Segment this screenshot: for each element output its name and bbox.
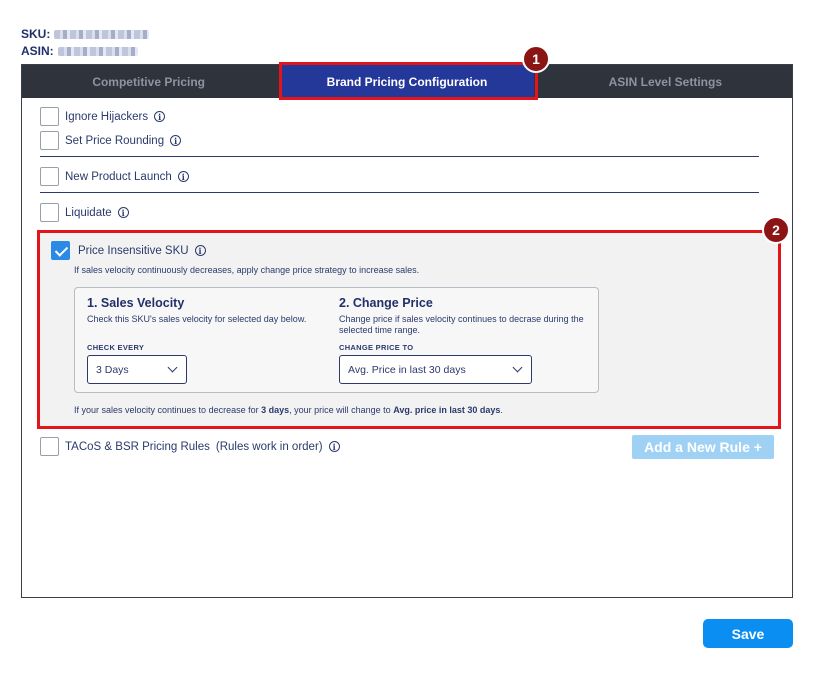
tab-competitive-pricing[interactable]: Competitive Pricing <box>22 65 275 98</box>
check-every-dropdown[interactable]: 3 Days <box>87 355 187 384</box>
option-liquidate: Liquidate i <box>40 203 129 222</box>
change-price-title: 2. Change Price <box>339 296 433 310</box>
strategy-card: 1. Sales Velocity Check this SKU's sales… <box>74 287 599 393</box>
tab-asin-level-settings[interactable]: ASIN Level Settings <box>539 65 792 98</box>
option-tacos-bsr: TACoS & BSR Pricing Rules (Rules work in… <box>40 437 340 456</box>
sku-label: SKU: <box>21 27 51 41</box>
set-price-rounding-label: Set Price Rounding <box>65 134 165 147</box>
option-set-price-rounding: Set Price Rounding i <box>40 131 182 150</box>
price-insensitive-subtitle: If sales velocity continuously decreases… <box>74 265 420 275</box>
new-product-launch-label: New Product Launch <box>65 170 172 183</box>
summary-price: Avg. price in last 30 days <box>393 405 501 415</box>
highlight-box-1 <box>279 62 538 100</box>
divider <box>40 156 759 157</box>
option-ignore-hijackers: Ignore Hijackers i <box>40 107 166 126</box>
liquidate-label: Liquidate <box>65 206 112 219</box>
info-icon[interactable]: i <box>177 171 189 182</box>
divider <box>40 192 759 193</box>
summary-days: 3 days <box>261 405 290 415</box>
step-badge-1: 1 <box>522 45 550 73</box>
change-price-dropdown[interactable]: Avg. Price in last 30 days <box>339 355 532 384</box>
option-price-insensitive: Price Insensitive SKU i <box>51 241 206 260</box>
change-price-desc: Change price if sales velocity continues… <box>339 314 584 335</box>
info-icon[interactable]: i <box>170 135 182 146</box>
tacos-bsr-note: (Rules work in order) <box>215 440 323 453</box>
asin-value-redacted <box>57 46 138 56</box>
change-price-to-label: CHANGE PRICE TO <box>339 343 414 352</box>
add-new-rule-button[interactable]: Add a New Rule + <box>632 435 774 459</box>
tacos-bsr-checkbox[interactable] <box>40 437 59 456</box>
new-product-launch-checkbox[interactable] <box>40 167 59 186</box>
sku-value-redacted <box>54 29 150 39</box>
change-price-value: Avg. Price in last 30 days <box>348 363 466 376</box>
price-change-summary: If your sales velocity continues to decr… <box>74 405 503 415</box>
ignore-hijackers-label: Ignore Hijackers <box>65 110 149 123</box>
option-new-product-launch: New Product Launch i <box>40 167 189 186</box>
save-button[interactable]: Save <box>703 619 793 648</box>
summary-text: , your price will change to <box>289 405 394 415</box>
liquidate-checkbox[interactable] <box>40 203 59 222</box>
set-price-rounding-checkbox[interactable] <box>40 131 59 150</box>
price-insensitive-label: Price Insensitive SKU <box>78 244 189 257</box>
info-icon[interactable]: i <box>194 245 206 256</box>
check-every-label: CHECK EVERY <box>87 343 145 352</box>
summary-text: . <box>500 405 503 415</box>
chevron-down-icon <box>167 362 178 373</box>
sales-velocity-desc: Check this SKU's sales velocity for sele… <box>87 314 307 324</box>
ignore-hijackers-checkbox[interactable] <box>40 107 59 126</box>
step-badge-2: 2 <box>762 216 790 244</box>
summary-text: If your sales velocity continues to decr… <box>74 405 262 415</box>
info-icon[interactable]: i <box>117 207 129 218</box>
asin-row: ASIN: <box>21 44 138 58</box>
tacos-bsr-label: TACoS & BSR Pricing Rules <box>65 440 210 453</box>
sku-row: SKU: <box>21 27 150 41</box>
asin-label: ASIN: <box>21 44 54 58</box>
info-icon[interactable]: i <box>154 111 166 122</box>
info-icon[interactable]: i <box>328 441 340 452</box>
check-every-value: 3 Days <box>96 363 129 376</box>
price-insensitive-checkbox[interactable] <box>51 241 70 260</box>
chevron-down-icon <box>512 362 523 373</box>
sales-velocity-title: 1. Sales Velocity <box>87 296 185 310</box>
